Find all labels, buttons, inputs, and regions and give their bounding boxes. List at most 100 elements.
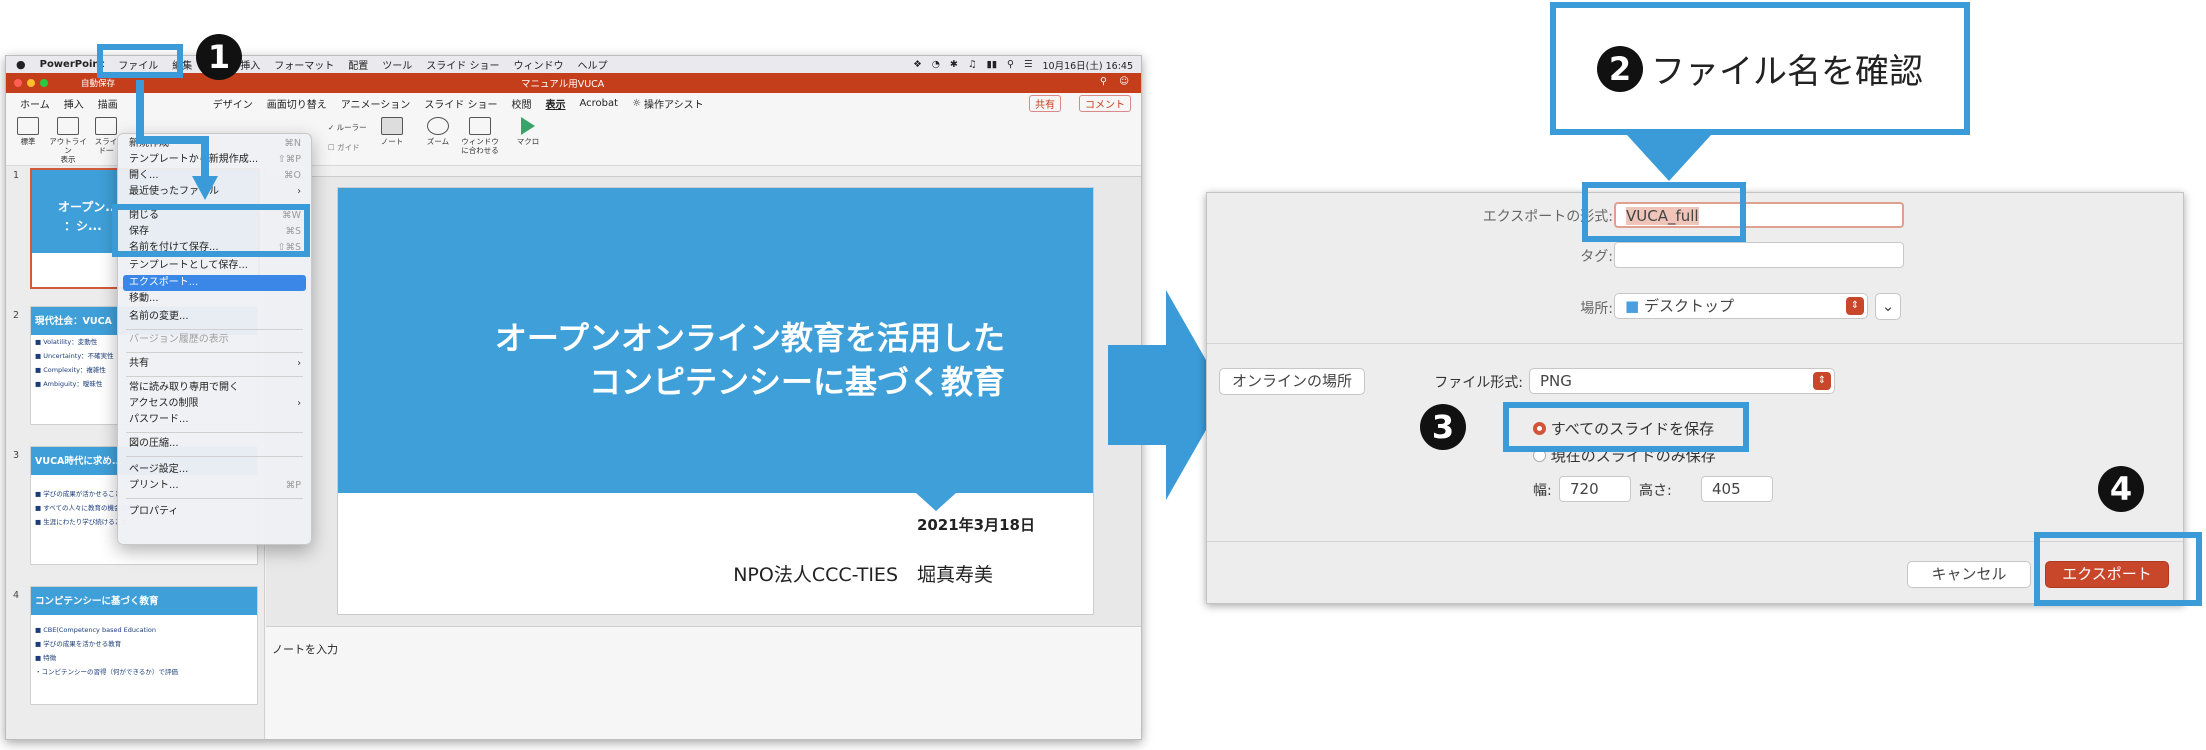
zoom-window-icon[interactable] bbox=[40, 79, 48, 87]
thumbnail-line: ■ 学びの成果を活かせる教育 bbox=[35, 640, 122, 648]
slide-title[interactable]: オープンオンライン教育を活用した コンピテンシーに基づく教育 bbox=[495, 316, 1005, 404]
account-icon[interactable]: ☺ bbox=[1119, 76, 1129, 87]
online-locations-button[interactable]: オンラインの場所 bbox=[1219, 368, 1365, 395]
menu-insert[interactable]: 挿入 bbox=[240, 57, 260, 72]
current-slide[interactable]: オープンオンライン教育を活用した コンピテンシーに基づく教育 2021年3月18… bbox=[338, 188, 1093, 614]
menu-item-properties[interactable]: プロパティ bbox=[129, 504, 301, 520]
slide-number: 1 bbox=[13, 170, 20, 181]
status-area: ❖ ◔ ✱ ♫ ▮▮ ⚲ ☰ 10月16日(土) 16:45 bbox=[913, 56, 1133, 73]
height-label: 高さ: bbox=[1639, 483, 1672, 499]
search-icon[interactable]: ⚲ bbox=[1007, 59, 1014, 70]
play-icon bbox=[521, 117, 535, 135]
checkmark-icon: ✓ bbox=[328, 123, 337, 132]
menu-item-export[interactable]: エクスポート... bbox=[123, 275, 306, 291]
menu-tools[interactable]: ツール bbox=[382, 57, 412, 72]
height-input[interactable]: 405 bbox=[1701, 476, 1773, 502]
volume-icon[interactable]: ♫ bbox=[968, 59, 977, 70]
tags-input[interactable] bbox=[1614, 242, 1904, 268]
menu-item-print[interactable]: プリント... ⌘P bbox=[129, 478, 301, 494]
guides-checkbox[interactable]: ☐ ガイド bbox=[328, 143, 378, 152]
file-format-label: ファイル形式: bbox=[1434, 375, 1523, 391]
step-4-badge: 4 bbox=[2098, 466, 2144, 512]
menu-item-version-history[interactable]: バージョン履歴の表示 bbox=[129, 332, 301, 348]
tab-slideshow[interactable]: スライド ショー bbox=[424, 96, 497, 111]
menu-separator bbox=[126, 498, 303, 499]
tab-insert[interactable]: 挿入 bbox=[64, 96, 84, 111]
menu-slideshow[interactable]: スライド ショー bbox=[426, 57, 499, 72]
menu-help[interactable]: ヘルプ bbox=[577, 57, 607, 72]
ruler-checkbox[interactable]: ✓ ルーラー bbox=[328, 123, 378, 132]
wifi-icon[interactable]: ◔ bbox=[932, 59, 940, 70]
close-window-icon[interactable] bbox=[14, 79, 22, 87]
callout-text: ファイル名を確認 bbox=[1651, 52, 1923, 92]
highlight-filename bbox=[1582, 182, 1746, 242]
notes-icon bbox=[381, 117, 403, 135]
menu-window[interactable]: ウィンドウ bbox=[513, 57, 563, 72]
tab-acrobat[interactable]: Acrobat bbox=[580, 98, 619, 109]
normal-view-icon bbox=[17, 117, 39, 135]
menu-item-save-as-template[interactable]: テンプレートとして保存... bbox=[129, 258, 301, 274]
width-input[interactable]: 720 bbox=[1559, 476, 1631, 502]
menu-item-read-only[interactable]: 常に読み取り専用で開く bbox=[129, 380, 301, 396]
menu-arrange[interactable]: 配置 bbox=[348, 57, 368, 72]
fit-to-window-button[interactable]: ウィンドウ に合わせる bbox=[458, 117, 502, 155]
tags-label: タグ: bbox=[1580, 249, 1613, 265]
tab-animations[interactable]: アニメーション bbox=[341, 96, 411, 111]
slide-thumbnail-4[interactable]: コンピテンシーに基づく教育 ■ CBE(Competency based Edu… bbox=[30, 586, 258, 705]
tab-view[interactable]: 表示 bbox=[546, 96, 566, 111]
control-center-icon[interactable]: ☰ bbox=[1024, 59, 1033, 70]
apple-menu-icon[interactable]: ● bbox=[16, 58, 26, 71]
menu-item-compress-pictures[interactable]: 図の圧縮... bbox=[129, 436, 301, 452]
minimize-window-icon[interactable] bbox=[27, 79, 35, 87]
slide-date[interactable]: 2021年3月18日 bbox=[917, 514, 1035, 535]
step-arrow-icon bbox=[136, 80, 218, 200]
comments-button[interactable]: コメント bbox=[1079, 94, 1131, 112]
slide-number: 2 bbox=[13, 310, 20, 321]
menu-item-restrict-access[interactable]: アクセスの制限 › bbox=[129, 396, 301, 412]
tell-me-search[interactable]: 操作アシスト bbox=[644, 96, 704, 111]
highlight-save-all-slides bbox=[1503, 402, 1749, 452]
tab-transitions[interactable]: 画面切り替え bbox=[267, 96, 327, 111]
tab-review[interactable]: 校閲 bbox=[512, 96, 532, 111]
thumbnail-line: ■ CBE(Competency based Education bbox=[35, 626, 157, 634]
chevron-updown-icon: ⇕ bbox=[1813, 372, 1831, 390]
slide-pointer-shape bbox=[916, 493, 956, 511]
menu-separator bbox=[126, 329, 303, 330]
menu-app-powerpoint[interactable]: PowerPoint bbox=[40, 59, 105, 70]
thumbnail-title: コンピテンシーに基づく教育 bbox=[31, 587, 257, 615]
battery-icon[interactable]: ▮▮ bbox=[987, 59, 997, 70]
slide-editor: オープンオンライン教育を活用した コンピテンシーに基づく教育 2021年3月18… bbox=[266, 166, 1141, 739]
zoom-button[interactable]: ズーム bbox=[424, 117, 452, 146]
file-format-select[interactable]: PNG ⇕ bbox=[1529, 368, 1835, 394]
cancel-button[interactable]: キャンセル bbox=[1907, 561, 2031, 588]
bluetooth-icon[interactable]: ✱ bbox=[950, 59, 958, 70]
share-button[interactable]: 共有 bbox=[1029, 94, 1061, 112]
slide-number: 3 bbox=[13, 450, 20, 461]
menu-item-share[interactable]: 共有 › bbox=[129, 356, 301, 372]
location-select[interactable]: ■ デスクトップ ⇕ bbox=[1614, 293, 1868, 319]
horizontal-ruler[interactable] bbox=[266, 166, 1141, 177]
expand-location-button[interactable]: ⌄ bbox=[1875, 293, 1901, 320]
tab-home[interactable]: ホーム bbox=[20, 96, 50, 111]
slide-author[interactable]: NPO法人CCC-TIES 堀真寿美 bbox=[733, 560, 993, 587]
outline-view-button[interactable]: アウトライン 表示 bbox=[48, 117, 88, 164]
dropbox-icon[interactable]: ❖ bbox=[913, 59, 922, 70]
step-2-badge: 2 bbox=[1597, 45, 1643, 92]
search-icon[interactable]: ⚲ bbox=[1100, 76, 1107, 87]
lightbulb-icon: ☼ bbox=[632, 97, 642, 109]
chevron-down-icon: ⌄ bbox=[1881, 297, 1895, 315]
menu-format[interactable]: フォーマット bbox=[274, 57, 334, 72]
step-3-badge: 3 bbox=[1420, 404, 1466, 450]
menu-item-page-setup[interactable]: ページ設定... bbox=[129, 462, 301, 478]
menu-item-rename[interactable]: 名前の変更... bbox=[129, 309, 301, 325]
menu-separator bbox=[126, 376, 303, 377]
clock-text[interactable]: 10月16日(土) 16:45 bbox=[1043, 58, 1134, 72]
menu-item-move[interactable]: 移動... bbox=[129, 291, 301, 307]
notes-button[interactable]: ノート bbox=[378, 117, 406, 146]
menu-item-password[interactable]: パスワード... bbox=[129, 412, 301, 428]
normal-view-button[interactable]: 標準 bbox=[14, 117, 42, 146]
macro-button[interactable]: マクロ bbox=[514, 117, 542, 146]
width-label: 幅: bbox=[1533, 483, 1552, 499]
notes-pane[interactable]: ノートを入力 bbox=[266, 626, 1141, 739]
thumbnail-line: ・コンピテンシーの習得（何ができるか）で評価 bbox=[35, 668, 178, 676]
